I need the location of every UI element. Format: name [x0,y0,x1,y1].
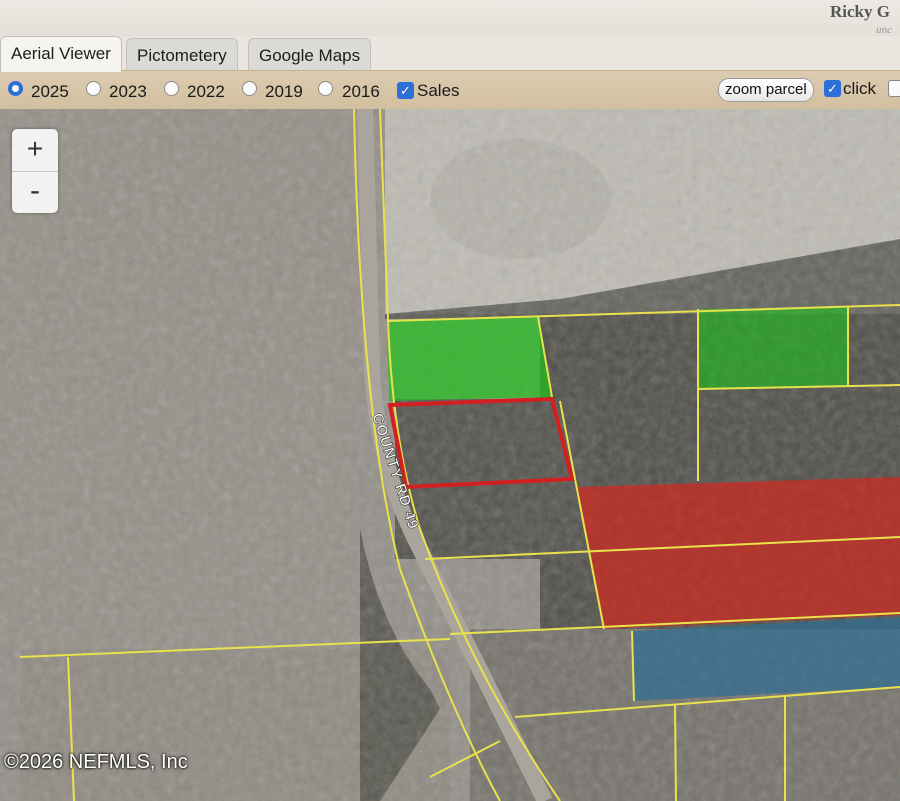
tab-google-maps[interactable]: Google Maps [248,38,372,70]
extra-checkbox[interactable] [888,80,900,97]
zoom-control: + - [12,129,58,213]
viewer-tabs: Aerial Viewer Pictometery Google Maps [0,36,900,72]
green-parcel-east [698,307,848,389]
aerial-map[interactable]: COUNTY RD 49 + - [0,109,900,801]
owner-subtext: unc [876,24,892,36]
red-parcel [576,477,900,629]
copyright-watermark: ©2026 NEFMLS, Inc [4,751,188,773]
sales-checkbox[interactable]: ✓ [397,82,414,99]
year-2019-radio[interactable] [242,81,257,96]
year-2016-radio[interactable] [318,81,333,96]
year-2025-radio[interactable] [8,81,23,96]
tab-pictometery[interactable]: Pictometery [126,38,238,70]
aerial-map-canvas: COUNTY RD 49 [0,109,900,801]
zoom-out-button[interactable]: - [12,171,58,213]
year-2019-label: 2019 [265,82,303,101]
sales-label: Sales [417,81,460,100]
zoom-parcel-button[interactable]: zoom parcel [718,78,814,102]
click-label: click [843,79,877,98]
year-2022-radio[interactable] [164,81,179,96]
zoom-in-button[interactable]: + [12,129,58,172]
year-2025-label: 2025 [31,82,69,101]
owner-name: Ricky G [830,2,890,21]
blue-parcel [632,617,900,701]
green-parcel-west [387,317,552,401]
year-2022-label: 2022 [187,82,225,101]
year-2016-label: 2016 [342,82,380,101]
year-2023-radio[interactable] [86,81,101,96]
click-checkbox[interactable]: ✓ [824,80,841,97]
year-2023-label: 2023 [109,82,147,101]
tab-aerial-viewer[interactable]: Aerial Viewer [0,36,122,72]
top-header-strip: Ricky G unc [0,0,900,36]
map-controls-bar: 2025 2023 2022 2019 2016 ✓ Sales zoom pa… [0,70,900,110]
